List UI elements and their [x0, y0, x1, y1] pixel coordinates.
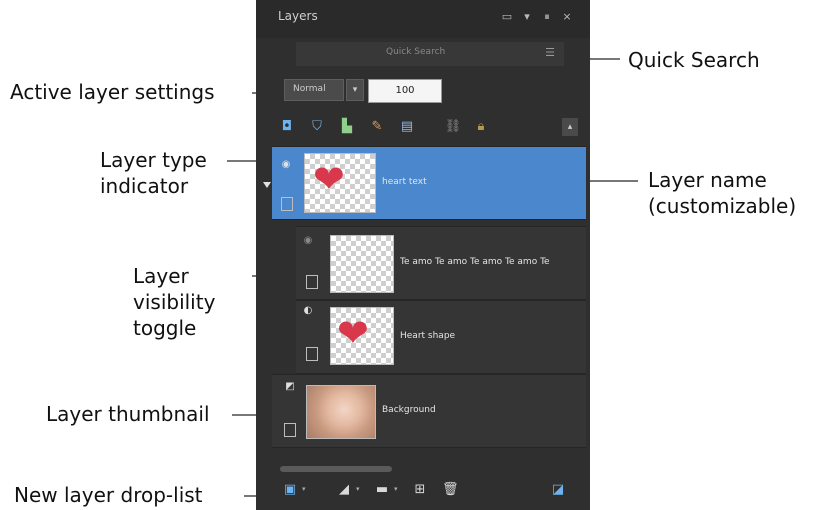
chevron-down-icon[interactable]: ▾ — [356, 485, 360, 493]
chevron-down-icon[interactable]: ▾ — [346, 79, 364, 101]
panel-title-bar: Layers ▭ ▾ ⏸ × — [256, 0, 590, 38]
layer-thumbnail: ❤ — [330, 307, 394, 365]
brush-icon[interactable]: ✎ — [368, 118, 386, 136]
float-window-icon[interactable]: ▭ — [500, 10, 514, 24]
search-options-icon[interactable]: ☰ — [542, 46, 558, 60]
layer-thumbnail — [330, 235, 394, 293]
raster-icon[interactable]: ▙ — [338, 118, 356, 136]
layer-icon[interactable]: ◘ — [278, 118, 296, 136]
toolbar-options-icon[interactable]: ▴ — [562, 118, 578, 136]
layer-row[interactable]: ◩ Background — [272, 374, 586, 448]
opacity-field[interactable]: 100 — [368, 79, 442, 103]
close-icon[interactable]: × — [560, 10, 574, 24]
layer-name[interactable]: Background — [382, 405, 572, 415]
pin-icon[interactable]: ⏸ — [540, 10, 554, 24]
layer-row[interactable]: ◉ Te amo Te amo Te amo Te amo Te — [296, 226, 586, 300]
annotation-new-layer-droplist: New layer drop-list — [14, 483, 203, 507]
blend-mode-value: Normal — [293, 84, 326, 94]
refresh-icon[interactable]: ◪ — [550, 482, 566, 498]
layer-thumbnail: ❤ — [304, 153, 376, 213]
annotation-active-layer-settings: Active layer settings — [10, 80, 215, 104]
blend-mode-dropdown[interactable]: Normal — [284, 79, 344, 101]
layer-name[interactable]: Heart shape — [400, 331, 580, 341]
chevron-down-icon[interactable]: ▾ — [394, 485, 398, 493]
quick-search-placeholder: Quick Search — [386, 47, 446, 57]
layer-lock-icon[interactable] — [306, 347, 318, 361]
heart-icon: ❤ — [337, 311, 369, 355]
delete-icon[interactable]: 🗑︎ — [442, 482, 459, 498]
lock-icon[interactable]: 🔒︎ — [472, 118, 490, 136]
layer-name[interactable]: heart text — [382, 177, 582, 187]
annotation-layer-name: Layer name (customizable) — [648, 168, 797, 218]
horizontal-scrollbar[interactable] — [280, 466, 392, 472]
shield-icon[interactable]: ⛉ — [308, 118, 326, 136]
layer-name[interactable]: Te amo Te amo Te amo Te amo Te — [400, 257, 586, 267]
dropdown-menu-icon[interactable]: ▾ — [520, 10, 534, 24]
doc-icon[interactable]: ▤ — [398, 118, 416, 136]
eye-icon[interactable]: ◉ — [280, 159, 292, 171]
new-layer-icon[interactable]: ▣ — [282, 482, 298, 498]
layer-row-selected[interactable]: ◉ ❤ heart text — [272, 146, 586, 220]
layer-thumbnail — [306, 385, 376, 439]
annotation-quick-search: Quick Search — [628, 48, 760, 72]
merge-icon[interactable]: ⊞ — [412, 482, 428, 498]
link-icon[interactable]: ⛓ — [444, 118, 462, 136]
layer-lock-icon[interactable] — [281, 197, 293, 211]
layers-panel: Layers ▭ ▾ ⏸ × Quick Search ☰ Normal ▾ 1… — [256, 0, 590, 510]
adjustment-icon[interactable]: ▬ — [374, 482, 390, 498]
layer-row[interactable]: ◐ ❤ Heart shape — [296, 300, 586, 374]
annotation-layer-type-indicator: Layer type indicator — [100, 148, 207, 198]
eye-icon[interactable]: ◩ — [284, 381, 296, 393]
mask-icon[interactable]: ◢ — [336, 482, 352, 498]
layer-lock-icon[interactable] — [284, 423, 296, 437]
quick-search-input[interactable]: Quick Search ☰ — [296, 42, 564, 66]
panel-title: Layers — [278, 9, 318, 23]
eye-icon[interactable]: ◉ — [302, 235, 314, 247]
opacity-value: 100 — [395, 85, 415, 96]
annotation-layer-thumbnail: Layer thumbnail — [46, 402, 210, 426]
heart-icon: ❤ — [313, 157, 345, 201]
group-expander-icon[interactable] — [263, 182, 271, 188]
eye-icon[interactable]: ◐ — [302, 305, 314, 317]
layer-lock-icon[interactable] — [306, 275, 318, 289]
annotation-layer-visibility: Layer visibility toggle — [133, 264, 216, 340]
chevron-down-icon[interactable]: ▾ — [302, 485, 306, 493]
